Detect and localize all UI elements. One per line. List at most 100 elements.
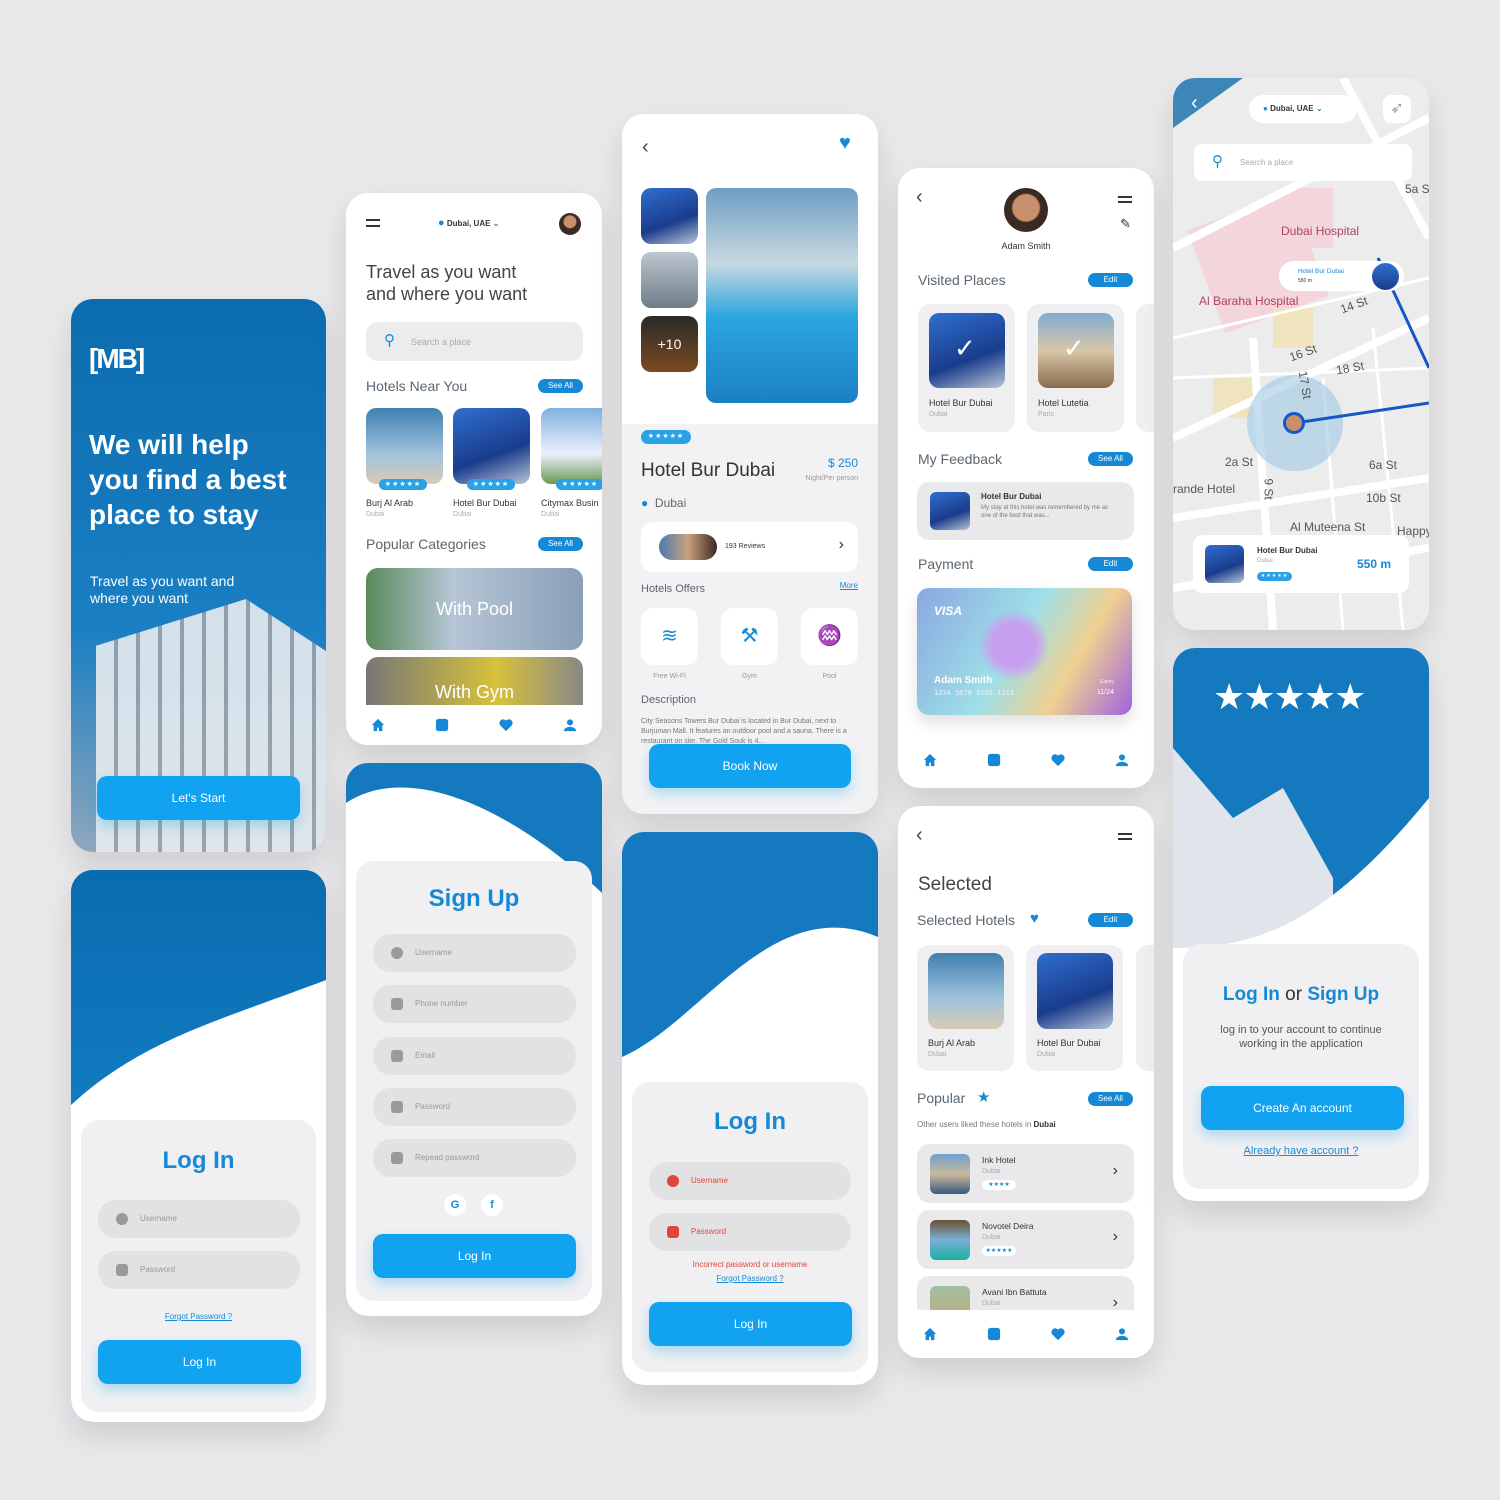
profile-screen: ‹ ✎ Adam Smith Visited Places Edit ✓ Hot… bbox=[898, 168, 1154, 788]
lets-start-button[interactable]: Let's Start bbox=[97, 776, 300, 820]
email-input[interactable]: Email bbox=[373, 1037, 576, 1075]
menu-icon[interactable] bbox=[1118, 196, 1132, 203]
hotel-card-image[interactable] bbox=[541, 408, 602, 484]
heart-icon[interactable] bbox=[499, 718, 513, 732]
back-icon[interactable]: ‹ bbox=[642, 136, 649, 159]
category-with-pool[interactable]: With Pool bbox=[366, 568, 583, 650]
star-icon: ★ bbox=[977, 1089, 991, 1106]
forgot-password-link[interactable]: Forgot Password ? bbox=[622, 1274, 878, 1283]
bottom-nav bbox=[898, 748, 1154, 772]
compass-icon[interactable] bbox=[987, 753, 1001, 767]
user-icon[interactable] bbox=[1115, 1327, 1129, 1341]
avatar[interactable] bbox=[559, 213, 581, 235]
map-screen: Dubai Hospital Al Baraha Hospital 14 St … bbox=[1173, 78, 1429, 630]
wifi-offer[interactable]: ≋ bbox=[641, 608, 698, 665]
edit-button[interactable]: Edit bbox=[1088, 913, 1133, 927]
avatar bbox=[1004, 188, 1048, 232]
password-input[interactable]: Password bbox=[649, 1213, 851, 1251]
popular-item[interactable]: Ink Hotel Dubai ★★★★ › bbox=[917, 1144, 1134, 1203]
google-icon[interactable]: G bbox=[444, 1194, 466, 1216]
login-button[interactable]: Log In bbox=[649, 1302, 852, 1346]
pool-offer[interactable]: ♒ bbox=[801, 608, 858, 665]
user-icon bbox=[667, 1175, 679, 1187]
credit-card[interactable]: VISA Adam Smith 1234 5678 9101 1213 Expi… bbox=[917, 588, 1132, 715]
page-title: Selected bbox=[918, 874, 992, 895]
pin-icon: ● bbox=[1263, 104, 1268, 113]
see-all-button[interactable]: See All bbox=[1088, 452, 1133, 466]
facebook-icon[interactable]: f bbox=[481, 1194, 503, 1216]
login-button[interactable]: Log In bbox=[373, 1234, 576, 1278]
heart-icon[interactable]: ♥ bbox=[839, 132, 851, 155]
headline: We will help you find a best place to st… bbox=[89, 429, 287, 530]
title: Log In or Sign Up bbox=[1222, 984, 1380, 1005]
bottom-nav bbox=[346, 705, 602, 745]
location-selector[interactable]: ● Dubai, UAE ⌄ bbox=[1249, 95, 1357, 123]
signup-screen: Sign Up Username Phone number Email Pass… bbox=[346, 763, 602, 1316]
home-icon[interactable] bbox=[371, 718, 385, 732]
search-input[interactable]: ⚲ Search a place bbox=[1194, 144, 1412, 181]
price: $ 250 bbox=[827, 456, 858, 470]
already-have-account-link[interactable]: Already have account ? bbox=[1173, 1145, 1429, 1157]
user-icon[interactable] bbox=[563, 718, 577, 732]
back-icon[interactable]: ‹ bbox=[1191, 92, 1198, 115]
gallery-thumb[interactable] bbox=[641, 188, 698, 244]
lock-icon bbox=[667, 1226, 679, 1238]
compass-icon[interactable] bbox=[987, 1327, 1001, 1341]
error-message: Incorrect password or username bbox=[692, 1260, 808, 1269]
reviews-row[interactable]: 193 Reviews › bbox=[641, 522, 858, 572]
see-all-button[interactable]: See All bbox=[1088, 1092, 1133, 1106]
welcome-screen: ★★★★★ Log In or Sign Up log in to your a… bbox=[1173, 648, 1429, 1201]
see-all-button[interactable]: See All bbox=[538, 537, 583, 551]
search-input[interactable]: ⚲ Search a place bbox=[366, 322, 583, 361]
more-photos-thumb[interactable]: +10 bbox=[641, 316, 698, 372]
home-icon[interactable] bbox=[923, 753, 937, 767]
hotel-map-pin[interactable]: Hotel Bur Dubai 550 m bbox=[1279, 261, 1404, 291]
hotel-detail-screen: ‹ ♥ +10 ★★★★★ Hotel Bur Dubai $ 250 Nigh… bbox=[622, 114, 878, 814]
section-title: Popular Categories bbox=[366, 536, 486, 552]
user-icon bbox=[116, 1213, 128, 1225]
user-icon[interactable] bbox=[1115, 753, 1129, 767]
username-input[interactable]: Username bbox=[373, 934, 576, 972]
description: City Seasons Towers Bur Dubai is located… bbox=[641, 718, 847, 743]
edit-button[interactable]: Edit bbox=[1088, 273, 1133, 287]
home-icon[interactable] bbox=[923, 1327, 937, 1341]
password-input[interactable]: Password bbox=[98, 1251, 300, 1289]
password-input[interactable]: Password bbox=[373, 1088, 576, 1126]
menu-icon[interactable] bbox=[366, 219, 380, 227]
check-icon: ✓ bbox=[954, 333, 976, 363]
hotel-card-image[interactable] bbox=[453, 408, 530, 484]
create-account-button[interactable]: Create An account bbox=[1201, 1086, 1404, 1130]
location-selector[interactable]: ● Dubai, UAE ⌄ bbox=[438, 217, 499, 229]
compass-button[interactable]: ➶ bbox=[1383, 95, 1411, 123]
popular-item[interactable]: Novotel Deira Dubai ★★★★★ › bbox=[917, 1210, 1134, 1269]
user-icon bbox=[391, 947, 403, 959]
lock-icon bbox=[391, 1101, 403, 1113]
menu-icon[interactable] bbox=[1118, 833, 1132, 840]
back-icon[interactable]: ‹ bbox=[916, 186, 923, 209]
lock-icon bbox=[116, 1264, 128, 1276]
hotel-card-image[interactable] bbox=[366, 408, 443, 484]
repeat-password-input[interactable]: Repead password bbox=[373, 1139, 576, 1177]
book-now-button[interactable]: Book Now bbox=[649, 744, 851, 788]
phone-input[interactable]: Phone number bbox=[373, 985, 576, 1023]
gym-offer[interactable]: ⚒ bbox=[721, 608, 778, 665]
edit-pencil-icon[interactable]: ✎ bbox=[1120, 216, 1131, 232]
see-all-button[interactable]: See All bbox=[538, 379, 583, 393]
heart-icon[interactable] bbox=[1051, 753, 1065, 767]
login-error-screen: Log In Username Password Incorrect passw… bbox=[622, 832, 878, 1385]
edit-button[interactable]: Edit bbox=[1088, 557, 1133, 571]
login-button[interactable]: Log In bbox=[98, 1340, 301, 1384]
more-link[interactable]: More bbox=[840, 581, 858, 590]
feedback-card[interactable]: Hotel Bur Dubai My stay at this hotel wa… bbox=[917, 482, 1134, 540]
back-icon[interactable]: ‹ bbox=[916, 824, 923, 847]
chevron-right-icon: › bbox=[1112, 1162, 1118, 1179]
title: Log In bbox=[714, 1108, 786, 1135]
forgot-password-link[interactable]: Forgot Password ? bbox=[71, 1312, 326, 1321]
compass-icon[interactable] bbox=[435, 718, 449, 732]
hotel-info-card[interactable]: Hotel Bur Dubai Dubai ★★★★★ 550 m bbox=[1193, 535, 1409, 593]
username-input[interactable]: Username bbox=[98, 1200, 300, 1238]
location: ● Dubai bbox=[641, 496, 687, 510]
heart-icon[interactable] bbox=[1051, 1327, 1065, 1341]
username-input[interactable]: Username bbox=[649, 1162, 851, 1200]
gallery-thumb[interactable] bbox=[641, 252, 698, 308]
